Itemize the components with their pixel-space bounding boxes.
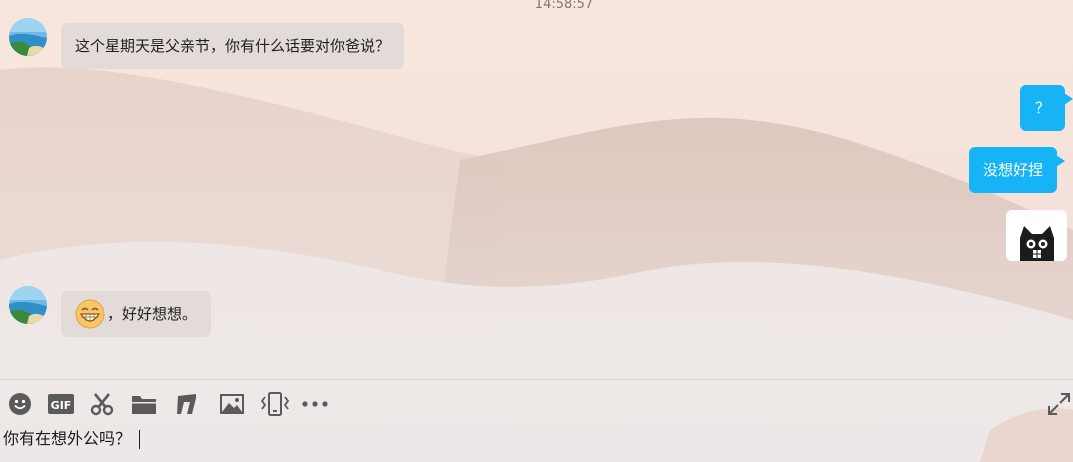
input-divider: [0, 379, 1073, 380]
send-file-button[interactable]: [129, 388, 159, 420]
expand-icon: [1048, 393, 1070, 415]
music-icon: [177, 394, 196, 414]
expand-button[interactable]: [1044, 388, 1073, 420]
folder-icon: [132, 396, 156, 414]
message-input-text: 你有在想外公吗？: [3, 429, 132, 448]
input-toolbar: GIF: [0, 388, 1073, 420]
svg-text:GIF: GIF: [51, 399, 72, 412]
message-input[interactable]: 你有在想外公吗？: [3, 428, 141, 450]
scissors-icon: [90, 393, 114, 416]
black-cat-sticker[interactable]: [1006, 210, 1067, 261]
black-cat-sticker-image: [1006, 210, 1067, 261]
screenshot-button[interactable]: [87, 388, 117, 420]
message-bubble-incoming[interactable]: ，好好想想。: [61, 291, 212, 337]
message-text: ？: [1034, 99, 1050, 117]
message-text: ，好好想想。: [107, 305, 198, 323]
music-button[interactable]: [172, 388, 202, 420]
shake-icon: [260, 392, 290, 416]
shake-button[interactable]: [260, 388, 290, 420]
emoji-icon: [9, 393, 31, 415]
message-text: 这个星期天是父亲节，你有什么话要对你爸说？: [75, 37, 391, 55]
gif-button[interactable]: GIF: [46, 388, 76, 420]
message-bubble-outgoing[interactable]: 没想好捏: [969, 147, 1066, 193]
contact-avatar[interactable]: [9, 286, 47, 324]
emoji-button[interactable]: [5, 388, 35, 420]
image-icon: [220, 394, 244, 414]
message-text: 没想好捏: [983, 161, 1044, 179]
message-timestamp: 14:58:57: [534, 0, 594, 12]
more-button[interactable]: [300, 388, 330, 420]
contact-avatar[interactable]: [9, 18, 47, 56]
text-caret: [139, 430, 141, 449]
message-bubble-incoming[interactable]: 这个星期天是父亲节，你有什么话要对你爸说？: [61, 23, 405, 69]
message-bubble-outgoing[interactable]: ？: [1020, 85, 1073, 131]
more-icon: [302, 401, 328, 407]
grin-emoji-icon: [75, 299, 105, 329]
image-button[interactable]: [217, 388, 247, 420]
gif-icon: GIF: [48, 394, 74, 414]
